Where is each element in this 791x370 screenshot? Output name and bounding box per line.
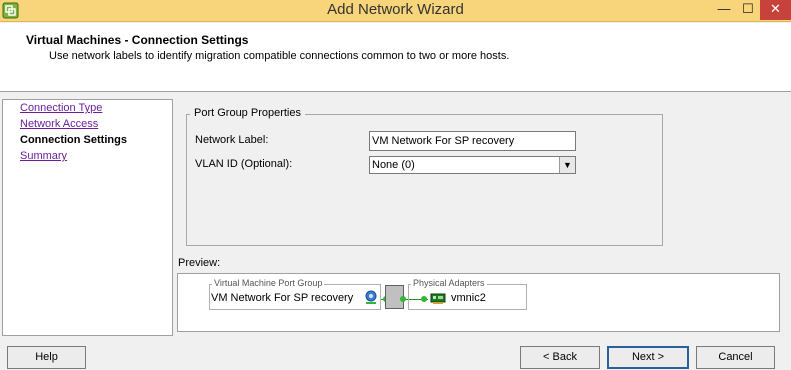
adapter-name: vmnic2 — [451, 292, 486, 304]
chevron-down-icon[interactable]: ▼ — [559, 157, 575, 173]
connection-node — [400, 296, 406, 302]
step-connection-type[interactable]: Connection Type — [20, 102, 102, 114]
vlan-id-select[interactable]: None (0) ▼ — [369, 156, 576, 174]
title-bar: Add Network Wizard — ☐ ✕ — [0, 0, 791, 22]
port-group-properties-legend: Port Group Properties — [190, 107, 305, 119]
network-adapter-icon — [430, 293, 446, 304]
preview-label: Preview: — [178, 257, 221, 269]
vlan-id-label: VLAN ID (Optional): — [195, 158, 293, 170]
wizard-header: Virtual Machines - Connection Settings U… — [0, 23, 791, 92]
vlan-id-value: None (0) — [372, 159, 415, 171]
physical-adapters-title: Physical Adapters — [411, 278, 487, 288]
network-label-input[interactable] — [369, 131, 576, 151]
vm-port-group-name: VM Network For SP recovery — [211, 292, 354, 304]
step-summary[interactable]: Summary — [20, 150, 67, 162]
cancel-button[interactable]: Cancel — [696, 346, 775, 369]
close-button[interactable]: ✕ — [760, 0, 791, 20]
network-label-label: Network Label: — [195, 134, 269, 146]
back-button[interactable]: < Back — [520, 346, 600, 369]
header-title: Virtual Machines - Connection Settings — [26, 33, 249, 47]
virtual-machine-network-icon — [365, 290, 377, 304]
help-button[interactable]: Help — [7, 346, 86, 369]
window-title: Add Network Wizard — [327, 1, 464, 18]
vm-port-group-title: Virtual Machine Port Group — [212, 278, 325, 288]
header-subtitle: Use network labels to identify migration… — [49, 50, 510, 62]
next-button[interactable]: Next > — [607, 346, 689, 369]
step-network-access[interactable]: Network Access — [20, 118, 98, 130]
minimize-button[interactable]: — — [712, 0, 736, 20]
step-connection-settings: Connection Settings — [20, 134, 127, 146]
maximize-button[interactable]: ☐ — [736, 0, 760, 20]
